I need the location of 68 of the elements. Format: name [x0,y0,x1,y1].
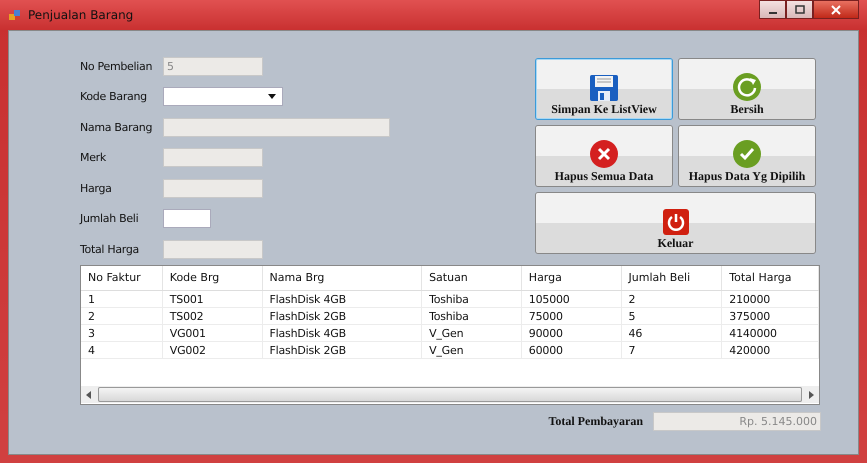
input-field[interactable] [163,209,211,228]
action-button[interactable]: Hapus Data Yg Dipilih [678,125,816,187]
table-cell: FlashDisk 2GB [262,342,422,359]
field-label: No Pembelian [80,60,154,73]
table-cell: V_Gen [422,325,522,342]
table-cell: Toshiba [422,308,522,325]
minimize-icon [768,12,776,14]
column-header[interactable]: Nama Brg [262,266,422,290]
table-cell: 375000 [722,308,819,325]
action-button[interactable]: Simpan Ke ListView [535,58,673,120]
table-cell: 2 [622,291,722,308]
column-header[interactable]: Total Harga [722,266,819,290]
table-cell: 75000 [522,308,622,325]
table-cell: 46 [622,325,722,342]
scrollbar-thumb[interactable] [98,387,802,402]
app-icon [8,8,22,22]
action-button[interactable]: Bersih [678,58,816,120]
table-cell: VG002 [162,342,263,359]
table-cell: 4140000 [722,325,819,342]
dropdown-field[interactable] [163,87,283,106]
column-header[interactable]: Jumlah Beli [622,266,722,290]
table-cell: 4 [81,342,163,359]
table-cell: TS002 [162,308,263,325]
field-label: Jumlah Beli [80,212,140,226]
field-label: Kode Barang [80,90,148,104]
scroll-left-icon[interactable] [86,390,92,398]
field-label: Total Harga [80,242,140,256]
field-label: Merk [80,151,107,164]
field-label: Nama Barang [80,120,154,134]
table-cell: TS001 [162,291,263,308]
maximize-button[interactable] [786,0,813,19]
window-title: Penjualan Barang [28,8,134,22]
caret-icon [268,94,276,100]
scroll-right-icon[interactable] [808,390,814,398]
checkmark-icon [732,139,762,169]
table-cell: 3 [81,325,163,342]
column-header[interactable]: No Faktur [81,266,163,290]
table-cell: 90000 [522,325,622,342]
refresh-icon [732,72,762,102]
close-icon [830,4,842,14]
table-cell: FlashDisk 2GB [262,308,422,325]
table-cell: 210000 [722,291,819,308]
field-label: Harga [80,182,113,195]
action-button[interactable]: Hapus Semua Data [535,125,673,187]
close-button[interactable] [813,0,859,19]
table-cell: Toshiba [422,291,522,308]
minimize-button[interactable] [759,0,786,19]
table-cell: 5 [622,308,722,325]
table-cell: FlashDisk 4GB [262,291,422,308]
action-button[interactable]: Keluar [535,192,816,254]
horizontal-scrollbar[interactable] [81,386,819,403]
total-label: Total Pembayaran [548,414,643,429]
table-cell: 2 [81,308,163,325]
power-icon [662,208,690,236]
list-view[interactable] [80,265,820,405]
delete-icon [589,139,619,169]
table-cell: 420000 [722,342,819,359]
column-header[interactable]: Satuan [422,266,522,290]
table-cell: 60000 [522,342,622,359]
table-cell: VG001 [162,325,263,342]
column-header[interactable]: Harga [522,266,622,290]
table-cell: 1 [81,291,163,308]
table-cell: FlashDisk 4GB [262,325,422,342]
table-cell: 7 [622,342,722,359]
table-cell: 105000 [522,291,622,308]
maximize-icon [794,4,804,14]
column-header[interactable]: Kode Brg [162,266,263,290]
table-cell: V_Gen [422,342,522,359]
